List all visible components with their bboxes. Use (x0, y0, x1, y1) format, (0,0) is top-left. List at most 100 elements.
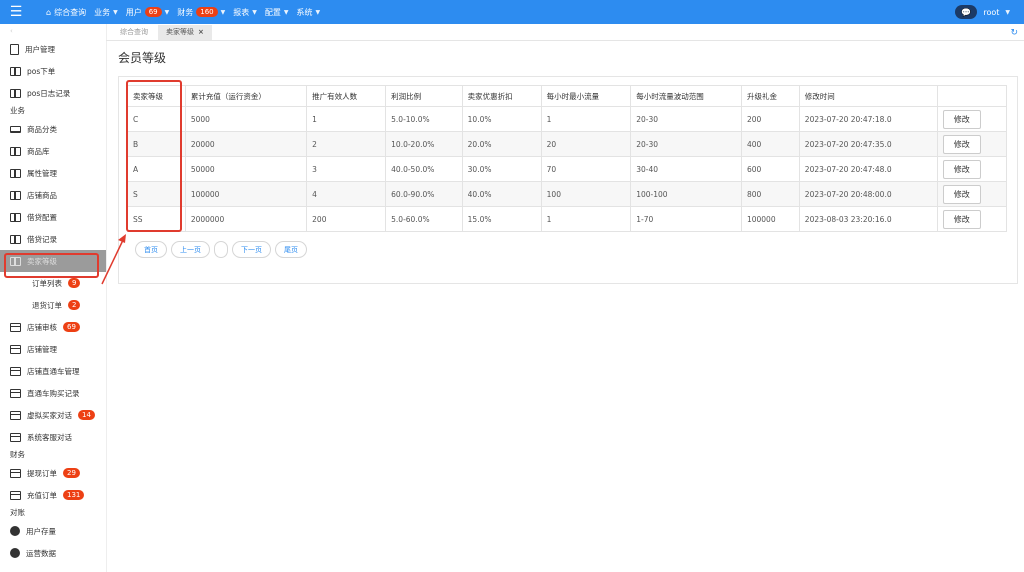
edit-button[interactable]: 修改 (942, 209, 981, 229)
split-icon (10, 88, 21, 98)
column-header: 利润比例 (385, 85, 463, 107)
sidebar-item[interactable]: pos日志记录 (0, 82, 106, 104)
table-row: B 20000 2 10.0-20.0% 20.0% 20 20-30 400 2023-07-… (127, 131, 1008, 157)
table-cell: 2023-07-20 20:47:18.0 (798, 106, 938, 132)
table-cell: 60.0-90.0% (385, 181, 463, 207)
edit-button[interactable]: 修改 (942, 159, 981, 179)
close-icon[interactable]: × (198, 28, 204, 36)
sidebar-item[interactable]: 商品分类 (0, 118, 106, 140)
topnav-item[interactable]: 报表 ▼ (233, 7, 257, 18)
table-header-row: 卖家等级 累计充值（运行资金） 推广有效人数 利润比例 卖家优惠折扣 每小时最小流量 每小时… (127, 85, 1008, 107)
action-cell: 修改 (936, 206, 1008, 232)
pie-icon (10, 548, 20, 558)
sidebar-item[interactable]: pos下单 (0, 60, 106, 82)
action-cell: 修改 (936, 106, 1008, 132)
sidebar-item[interactable]: 商品库 (0, 140, 106, 162)
home-icon: ⌂ (46, 7, 52, 17)
sidebar-item[interactable]: 直通车购买记录 (0, 382, 106, 404)
topnav-label: 报表 (233, 7, 250, 17)
table-cell: 40.0% (461, 181, 542, 207)
sidebar-item[interactable]: 用户管理 (0, 38, 106, 60)
topnav-item[interactable]: ⌂ 综合查询 (46, 7, 86, 18)
sidebar-item-label: 虚拟买家对话 (27, 410, 72, 420)
card-icon (10, 366, 21, 376)
edit-button[interactable]: 修改 (942, 134, 981, 154)
table-cell: 2000000 (184, 206, 308, 232)
sidebar-item[interactable]: 店铺商品 (0, 184, 106, 206)
edit-button[interactable]: 修改 (942, 109, 981, 129)
table-cell: 5000 (184, 106, 308, 132)
table-row: A 50000 3 40.0-50.0% 30.0% 70 30-40 600 2023-07-… (127, 156, 1008, 182)
user-name[interactable]: root (983, 8, 999, 17)
chat-icon[interactable]: 💬 (955, 5, 978, 19)
sidebar-item[interactable]: 虚拟买家对话 14 (0, 404, 106, 426)
table-cell: 100000 (740, 206, 800, 232)
count-badge: 2 (68, 300, 81, 310)
split-icon (10, 66, 21, 76)
topnav-item[interactable]: 业务 ▼ (94, 7, 118, 18)
edit-button[interactable]: 修改 (942, 184, 981, 204)
topnav-label: 用户 (125, 7, 142, 17)
table-cell: 30.0% (461, 156, 542, 182)
sidebar-group-label: 对账 (10, 508, 25, 517)
current-page-input[interactable] (214, 241, 228, 258)
sidebar-item[interactable]: 充值订单 131 (0, 484, 106, 506)
sidebar-item[interactable]: 用户存量 (0, 520, 106, 542)
topnav-item[interactable]: 财务 160 ▼ (177, 7, 225, 18)
topnav-label: 业务 (94, 7, 111, 17)
menu-icon[interactable]: ☰ (0, 0, 32, 24)
column-header: 推广有效人数 (306, 85, 387, 107)
table-cell: 30-40 (630, 156, 742, 182)
chevron-down-icon: ▼ (164, 8, 170, 16)
tab-item[interactable]: 综合查询 (112, 25, 156, 40)
first-page-button[interactable]: 首页 (135, 241, 167, 258)
chevron-down-icon: ▼ (113, 8, 118, 16)
sidebar-item[interactable]: 店铺直通车管理 (0, 360, 106, 382)
main-content: 综合查询 卖家等级 × ↻ 会员等级 卖家等级 累计充值（运行资金） 推广有效人数 利润比… (106, 24, 1024, 572)
refresh-icon[interactable]: ↻ (1010, 28, 1018, 38)
topnav-item[interactable]: 配置 ▼ (265, 7, 289, 18)
pie-icon (10, 526, 20, 536)
tab-item[interactable]: 卖家等级 × (158, 25, 212, 40)
table-cell: 600 (740, 156, 800, 182)
table-row: SS 2000000 200 5.0-60.0% 15.0% 1 1-70 100000 202… (127, 206, 1008, 232)
sidebar-item-label: 属性管理 (27, 168, 57, 178)
sidebar-item[interactable]: 借贷记录 (0, 228, 106, 250)
chevron-down-icon: ▼ (252, 8, 257, 16)
next-page-button[interactable]: 下一页 (232, 241, 271, 258)
chevron-down-icon[interactable]: ▼ (1005, 9, 1010, 16)
last-page-button[interactable]: 尾页 (275, 241, 307, 258)
topnav-badge: 69 (144, 7, 162, 17)
sidebar-item-label: 借贷配置 (27, 212, 57, 222)
sidebar-item-label: pos日志记录 (27, 88, 71, 98)
table-row: C 5000 1 5.0-10.0% 10.0% 1 20-30 200 2023-07-20 … (127, 106, 1008, 132)
table-cell: 2023-07-20 20:48:00.0 (798, 181, 938, 207)
tab-label: 卖家等级 (166, 28, 194, 36)
table-cell: 1 (540, 206, 632, 232)
table-cell: 20 (540, 131, 632, 157)
topnav-item[interactable]: 用户 69 ▼ (125, 7, 170, 18)
sidebar-item[interactable]: 退货订单 2 (0, 294, 106, 316)
sidebar-item[interactable]: 店铺审核 69 (0, 316, 106, 338)
sidebar-item[interactable]: 运营数据 (0, 542, 106, 564)
sidebar-item[interactable]: 属性管理 (0, 162, 106, 184)
table-cell: 100-100 (630, 181, 742, 207)
table-cell: 10.0-20.0% (385, 131, 463, 157)
prev-page-button[interactable]: 上一页 (171, 241, 210, 258)
sidebar-item-label: 提现订单 (27, 468, 57, 478)
table-cell: 400 (740, 131, 800, 157)
sidebar-item-label: 订单列表 (32, 278, 62, 288)
topnav-item[interactable]: 系统 ▼ (297, 7, 321, 18)
sidebar-item[interactable]: 提现订单 29 (0, 462, 106, 484)
pagination: 首页 上一页 下一页 尾页 (135, 241, 307, 258)
sidebar-item[interactable]: 店铺管理 (0, 338, 106, 360)
user-area: 💬 root ▼ (955, 5, 1010, 19)
sidebar-item[interactable]: 系统客服对话 (0, 426, 106, 448)
table-cell: 2023-07-20 20:47:35.0 (798, 131, 938, 157)
topnav-label: 综合查询 (54, 7, 87, 17)
table-cell: 1 (306, 106, 387, 132)
action-cell: 修改 (936, 156, 1008, 182)
sidebar-item[interactable]: 借贷配置 (0, 206, 106, 228)
sidebar-collapse-icon[interactable]: ‹ (0, 24, 106, 38)
count-badge: 9 (68, 278, 81, 288)
